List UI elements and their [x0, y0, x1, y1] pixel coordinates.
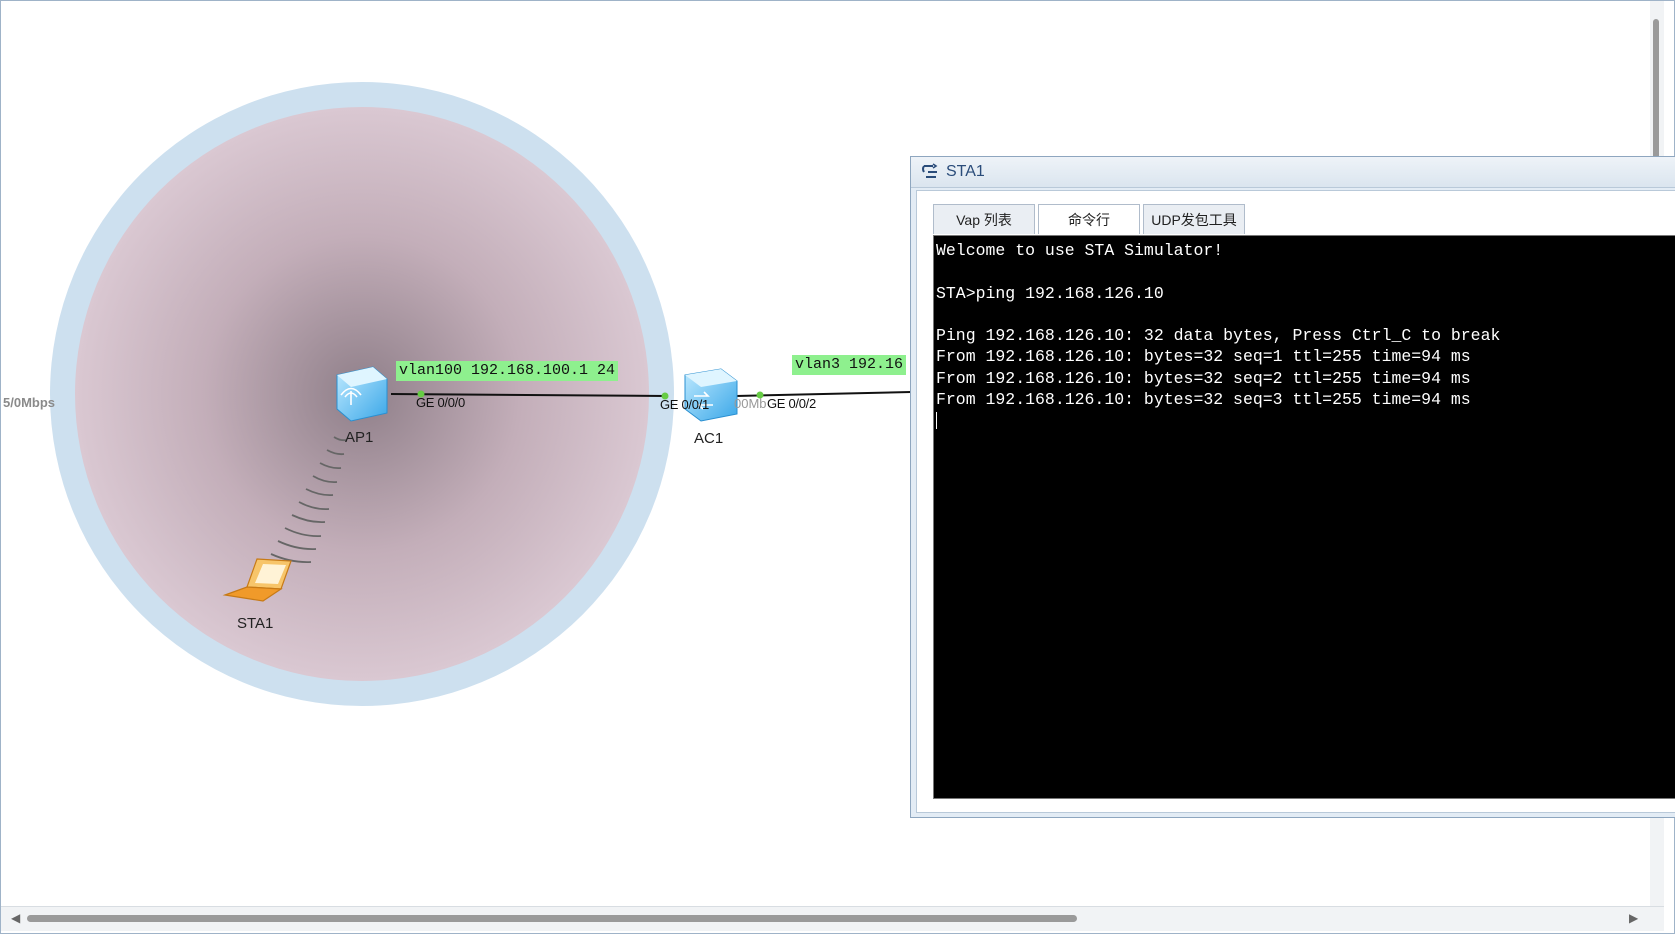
terminal-line: From 192.168.126.10: bytes=32 seq=2 ttl=…	[936, 368, 1471, 388]
ap1-device[interactable]	[336, 366, 388, 422]
horizontal-scrollbar[interactable]: ◀ ▶	[1, 906, 1664, 931]
tab-vap-list[interactable]: Vap 列表	[933, 204, 1035, 234]
window-title: STA1	[946, 163, 985, 180]
tab-udp-tool[interactable]: UDP发包工具	[1143, 204, 1245, 234]
terminal-line: Welcome to use STA Simulator!	[936, 241, 1224, 260]
port-label-ac1-ge002: GE 0/0/2	[767, 396, 816, 411]
port-label-ap1-ge000: GE 0/0/0	[416, 395, 465, 410]
sta1-titlebar[interactable]: STA1	[911, 157, 1675, 188]
device-label-sta1[interactable]: STA1	[237, 615, 273, 632]
sta1-window-body: Vap 列表 命令行 UDP发包工具 Welcome to use STA Si…	[916, 190, 1675, 813]
terminal-line: STA>ping 192.168.126.10	[936, 283, 1164, 303]
horizontal-scroll-thumb[interactable]	[27, 915, 1077, 922]
scroll-left-arrow-icon[interactable]: ◀	[11, 911, 20, 925]
terminal-line: Ping 192.168.126.10: 32 data bytes, Pres…	[936, 326, 1501, 346]
vlan-label-ac1: vlan3 192.16	[792, 355, 907, 375]
sta1-window[interactable]: STA1 Vap 列表 命令行 UDP发包工具 Welcome to use S…	[910, 156, 1675, 818]
terminal-line: From 192.168.126.10: bytes=32 seq=1 ttl=…	[936, 347, 1471, 367]
speed-label-ac1: 00Mb	[734, 396, 767, 411]
vlan-label-ap1: vlan100 192.168.100.1 24	[396, 361, 619, 381]
scroll-right-arrow-icon[interactable]: ▶	[1629, 911, 1638, 925]
terminal-output[interactable]: Welcome to use STA Simulator! STA>ping 1…	[933, 235, 1675, 799]
device-label-ac1[interactable]: AC1	[694, 430, 723, 447]
terminal-cursor	[936, 412, 937, 430]
terminal-line: From 192.168.126.10: bytes=32 seq=3 ttl=…	[936, 390, 1471, 410]
sta-window-icon	[922, 163, 938, 178]
speed-label-left: 5/0Mbps	[3, 395, 56, 410]
device-label-ap1[interactable]: AP1	[345, 429, 373, 446]
ac1-device[interactable]	[684, 368, 738, 422]
port-label-ac1-ge001: GE 0/0/1	[660, 397, 709, 412]
tab-command-line[interactable]: 命令行	[1038, 204, 1140, 234]
vertical-scroll-thumb[interactable]	[1653, 19, 1659, 159]
